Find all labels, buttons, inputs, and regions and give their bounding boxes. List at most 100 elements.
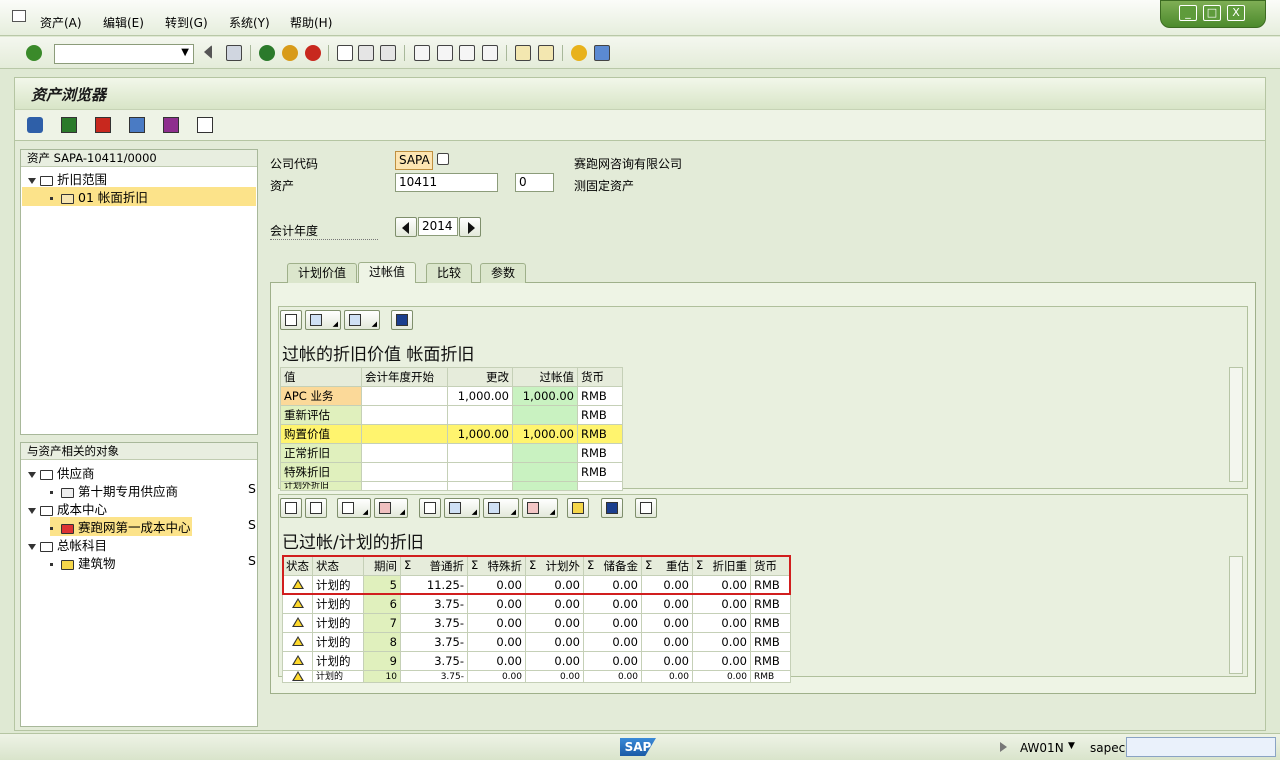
depreciation-scrollbar[interactable] [1229,556,1243,674]
tree-node-depr-areas[interactable]: 折旧范围 [28,169,107,188]
col-change[interactable]: 更改 [447,367,513,387]
export-button[interactable]: ◢ [344,310,380,330]
restore-icon[interactable]: □ [1203,5,1221,21]
cancel-icon[interactable] [305,45,321,61]
col-currency[interactable]: 货币 [577,367,623,387]
close-icon[interactable]: X [1227,5,1245,21]
company-name: 赛跑网咨询有限公司 [574,157,683,171]
list-icon[interactable] [197,117,213,133]
asset-number-field[interactable]: 10411 [395,173,498,192]
table-cell: 0.00 [467,594,526,614]
tree-node-cost-centers[interactable]: 成本中心 [28,499,107,518]
previous-page-icon[interactable] [437,45,453,61]
menu-edit[interactable]: 编辑(E) [103,14,144,31]
find-icon[interactable] [358,45,374,61]
company-code-field[interactable]: SAPA [395,151,433,170]
structure-icon[interactable] [129,117,145,133]
table-cell: 0.00 [583,613,642,633]
info-button[interactable] [391,310,413,330]
table-cell: 7 [363,613,401,633]
menu-goto[interactable]: 转到(G) [165,14,208,31]
col-fy-start[interactable]: 会计年度开始 [361,367,448,387]
tree-node-vendors[interactable]: 供应商 [28,463,95,482]
refresh-icon[interactable] [27,117,43,133]
table-row[interactable]: 计划的 8 3.75- 0.00 0.00 0.00 0.00 0.00 RMB [282,632,791,652]
folder-icon [40,469,53,480]
first-page-icon[interactable] [414,45,430,61]
tab-posted-values[interactable]: 过帐值 [358,262,417,283]
table-row[interactable]: 计划外折旧 [280,481,623,491]
col-posted[interactable]: 过帐值 [512,367,578,387]
next-year-button[interactable] [459,217,481,237]
print-button[interactable] [280,310,302,330]
exit-icon[interactable] [282,45,298,61]
chevron-down-icon[interactable]: ▼ [181,47,189,58]
table-row[interactable]: 正常折旧 RMB [280,443,623,463]
next-page-icon[interactable] [459,45,475,61]
chart-icon [572,502,584,514]
system-menu-icon[interactable] [12,10,26,22]
chevron-down-icon[interactable]: ▼ [1068,741,1075,751]
help-icon[interactable] [571,45,587,61]
print-preview-button[interactable] [419,498,441,518]
col-value[interactable]: 值 [280,367,362,387]
minimize-icon[interactable]: _ [1179,5,1197,21]
table-row[interactable]: 重新评估 RMB [280,405,623,425]
table-row[interactable]: 计划的 6 3.75- 0.00 0.00 0.00 0.00 0.00 RMB [282,594,791,614]
export-button[interactable]: ◢ [483,498,519,518]
tab-planned-values[interactable]: 计划价值 [287,263,358,283]
fiscal-year-field[interactable]: 2014 [418,217,458,236]
table-cell: 计划的 [312,632,364,652]
previous-year-button[interactable] [395,217,417,237]
asset-history-icon[interactable] [95,117,111,133]
warning-icon [291,655,304,665]
menu-help[interactable]: 帮助(H) [290,14,332,31]
graphic-button[interactable] [567,498,589,518]
export-icon [349,314,361,326]
table-row[interactable]: 特殊折旧 RMB [280,462,623,482]
menu-asset[interactable]: 资产(A) [40,14,82,31]
tree-node-cost-center-item[interactable]: 赛跑网第一成本中心 [50,517,192,536]
copy-icon[interactable] [437,153,449,165]
table-row[interactable]: 计划的 9 3.75- 0.00 0.00 0.00 0.00 0.00 RMB [282,651,791,671]
shortcut-icon[interactable] [538,45,554,61]
tree-node-vendor-item[interactable]: 第十期专用供应商 [50,481,178,500]
table-row[interactable]: APC 业务 1,000.00 1,000.00 RMB [280,386,623,406]
command-field[interactable]: ▼ [54,44,194,64]
settings-icon[interactable] [163,117,179,133]
view-button[interactable]: ◢ [444,498,480,518]
collapse-left-icon[interactable] [204,45,212,59]
table-row[interactable]: 计划的 7 3.75- 0.00 0.00 0.00 0.00 0.00 RMB [282,613,791,633]
layout-button[interactable]: ◢ [522,498,558,518]
asset-subnumber-field[interactable]: 0 [515,173,554,192]
display-asset-icon[interactable] [61,117,77,133]
view-button[interactable]: ◢ [305,310,341,330]
tab-parameters[interactable]: 参数 [480,263,527,283]
warning-icon [291,636,304,646]
tree-node-gl-accounts[interactable]: 总帐科目 [28,535,107,554]
tab-comparison[interactable]: 比较 [426,263,473,283]
new-session-icon[interactable] [515,45,531,61]
ime-toolbar[interactable] [1126,737,1276,757]
filter-button[interactable] [305,498,327,518]
print-button[interactable] [280,498,302,518]
print-icon[interactable] [337,45,353,61]
tree-node-book-depr[interactable]: 01 帐面折旧 [22,187,256,206]
enter-check-icon[interactable] [26,45,42,61]
save-icon[interactable] [226,45,242,61]
menu-system[interactable]: 系统(Y) [229,14,270,31]
table-row[interactable]: 计划的 10 3.75- 0.00 0.00 0.00 0.00 0.00 RMB [282,670,791,683]
back-icon[interactable] [259,45,275,61]
find-next-icon[interactable] [380,45,396,61]
subtotal-button[interactable]: ◢ [374,498,408,518]
sum-button[interactable]: ◢ [337,498,371,518]
info-button[interactable] [601,498,623,518]
status-expand-icon[interactable] [1000,742,1007,752]
posted-values-scrollbar[interactable] [1229,367,1243,482]
layout-menu-icon[interactable] [594,45,610,61]
table-row[interactable]: 购置价值 1,000.00 1,000.00 RMB [280,424,623,444]
table-cell: RMB [750,670,791,683]
tree-node-building[interactable]: 建筑物 [50,553,116,572]
last-page-icon[interactable] [482,45,498,61]
details-button[interactable] [635,498,657,518]
